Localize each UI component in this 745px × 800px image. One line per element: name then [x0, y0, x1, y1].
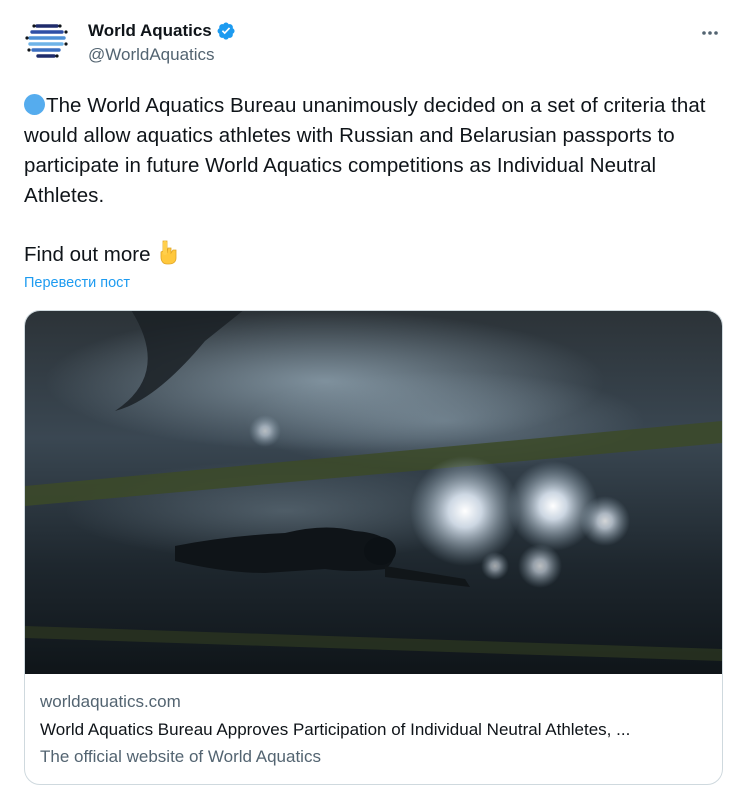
tweet-text-content: The World Aquatics Bureau unanimously de…: [24, 94, 706, 207]
author-handle[interactable]: @WorldAquatics: [88, 45, 236, 65]
link-card[interactable]: worldaquatics.com World Aquatics Bureau …: [24, 310, 723, 785]
avatar[interactable]: [24, 16, 72, 64]
backhand-index-pointing-down-emoji: [156, 239, 178, 274]
verified-badge-icon: [216, 21, 236, 41]
tweet: World Aquatics @WorldAquatics The World …: [0, 0, 745, 800]
more-horizontal-icon: [702, 31, 718, 35]
blue-circle-emoji: [24, 94, 45, 115]
author-name[interactable]: World Aquatics: [88, 21, 212, 41]
find-out-more: Find out more: [24, 239, 178, 274]
author-info: World Aquatics @WorldAquatics: [88, 20, 236, 65]
card-meta: worldaquatics.com World Aquatics Bureau …: [40, 691, 710, 768]
tweet-text: The World Aquatics Bureau unanimously de…: [24, 91, 724, 211]
card-domain: worldaquatics.com: [40, 692, 181, 711]
find-more-text: Find out more: [24, 243, 151, 266]
more-options-button[interactable]: [699, 22, 721, 44]
translate-post-link[interactable]: Перевести пост: [24, 275, 130, 291]
card-description: The official website of World Aquatics: [40, 747, 321, 766]
card-image: [25, 311, 722, 674]
card-title: World Aquatics Bureau Approves Participa…: [40, 720, 631, 739]
world-aquatics-logo: [25, 24, 68, 58]
